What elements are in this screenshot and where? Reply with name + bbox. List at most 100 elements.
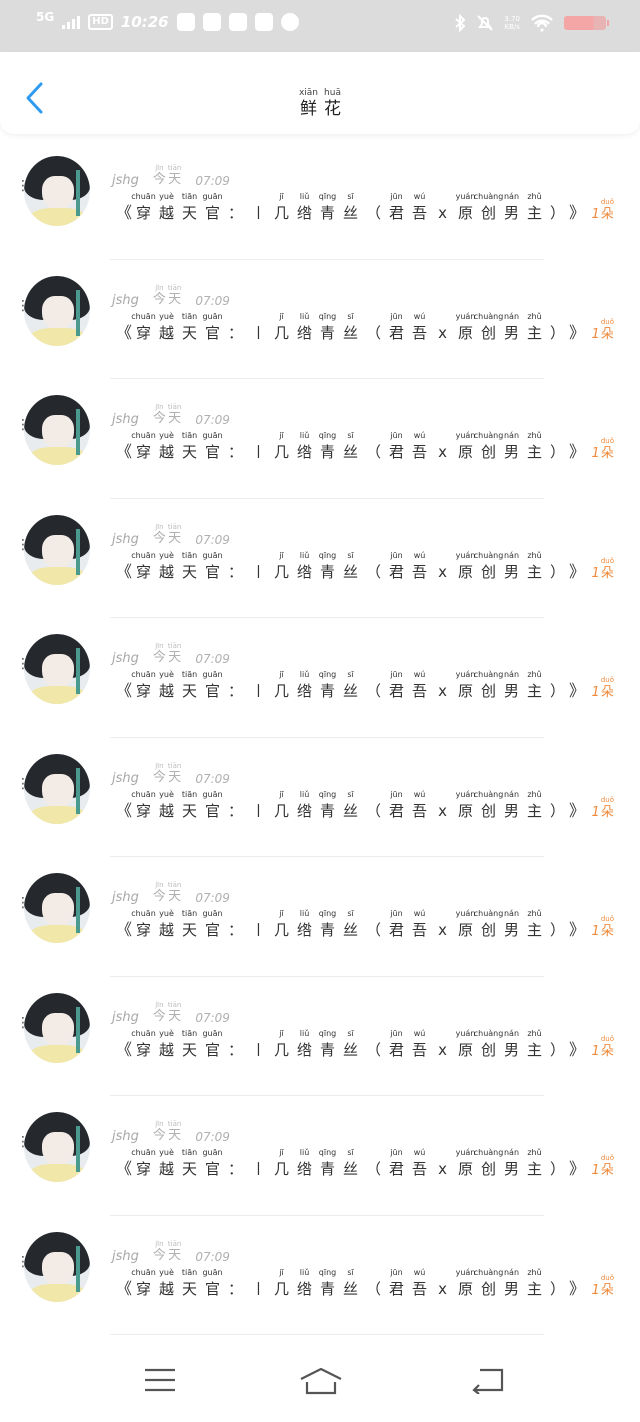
flower-unit: duǒ 朵 [601,915,614,941]
avatar[interactable]: ⋮ [16,1112,90,1184]
pinyin: tiān [181,1028,198,1038]
item-meta: jshg jīn 今 tiān 天 07:09 [112,642,230,666]
message-char: sī 丝 [339,670,362,702]
list-item[interactable]: ⋮ jshg jīn 今 tiān 天 07:09 《 chuān 穿 yuè 越 tiān 天 guān 官… [0,977,640,1096]
hanzi: 原 [458,1279,474,1298]
pinyin: tiān [181,311,198,321]
list-item[interactable]: ⋮ jshg jīn 今 tiān 天 07:09 《 chuān 穿 yuè 越 tiān 天 guān 官… [0,499,640,618]
avatar-strand [76,1126,80,1172]
message-char: chuān 穿 [131,312,156,344]
item-meta: jshg jīn 今 tiān 天 07:09 [112,284,230,308]
list-item[interactable]: ⋮ jshg jīn 今 tiān 天 07:09 《 chuān 穿 yuè 越 tiān 天 guān 官… [0,1096,640,1216]
gift-message: 《 chuān 穿 yuè 越 tiān 天 guān 官：〡 jī 几 liǔ 绺 qīng 青 sī 丝（j… [116,670,585,702]
hanzi: 官 [205,921,221,939]
hanzi: 〡 [251,1040,267,1059]
system-back-button[interactable] [470,1366,510,1395]
avatar[interactable]: ⋮ [16,634,90,706]
pinyin: yuán [455,311,476,321]
pinyin: chuàng [473,550,504,560]
pinyin: qīng [318,670,337,679]
paren-close: ） [550,443,566,461]
close-bracket: 》 [569,1278,586,1298]
hanzi: 穿 [136,562,152,581]
home-button[interactable] [298,1366,344,1395]
message-char: yuè 越 [155,1268,178,1300]
message-char: qīng 青 [316,1148,339,1180]
avatar[interactable]: ⋮ [16,753,90,826]
hanzi: 天 [168,291,182,307]
message-char: chuàng 创 [474,551,504,583]
username[interactable]: jshg [112,293,139,308]
list-item[interactable]: ⋮ jshg jīn 今 tiān 天 07:09 《 chuān 穿 yuè 越 tiān 天 guān 官… [0,1216,640,1335]
username[interactable]: jshg [112,771,139,786]
avatar[interactable]: ⋮ [16,992,90,1065]
username[interactable]: jshg [112,1249,139,1264]
pinyin: liǔ [299,909,310,918]
username[interactable]: jshg [112,1129,139,1144]
pinyin: jīn [155,283,164,292]
message-char: sī 丝 [339,1268,362,1300]
pinyin: jīn [155,1000,164,1009]
timestamp: 07:09 [195,413,230,427]
paren-open: （ [366,1279,382,1298]
username[interactable]: jshg [112,173,139,188]
message-char: liǔ 绺 [293,670,316,702]
pinyin: nán [503,550,520,560]
flower-count: 1 duǒ 朵 [592,796,614,822]
hanzi: 丝 [343,921,359,939]
list-item[interactable]: ⋮ jshg jīn 今 tiān 天 07:09 《 chuān 穿 yuè 越 tiān 天 guān 官… [0,857,640,977]
pinyin: duǒ [600,317,614,326]
username[interactable]: jshg [112,651,139,666]
list-item[interactable]: ⋮ jshg jīn 今 tiān 天 07:09 《 chuān 穿 yuè 越 tiān 天 guān 官… [0,140,640,260]
pinyin: jūn [390,550,403,560]
username[interactable]: jshg [112,412,139,427]
hanzi: 几 [274,1279,290,1298]
pinyin: tiān [167,761,182,770]
pinyin: jīn [155,403,164,411]
avatar[interactable]: ⋮ [16,156,90,228]
username[interactable]: jshg [112,532,139,547]
menu-button[interactable] [142,1366,182,1394]
avatar-face [42,654,74,688]
list-item[interactable]: ⋮ jshg jīn 今 tiān 天 07:09 《 chuān 穿 yuè 越 tiān 天 guān 官… [0,618,640,738]
hanzi: x [438,204,447,222]
pinyin: sī [347,192,354,201]
list-item[interactable]: ⋮ jshg jīn 今 tiān 天 07:09 《 chuān 穿 yuè 越 tiān 天 guān 官… [0,379,640,499]
message-char: guān 官 [201,1268,224,1300]
status-right: 3.70 KB/s [454,14,609,32]
avatar[interactable]: ⋮ [16,1231,90,1304]
list-item[interactable]: ⋮ jshg jīn 今 tiān 天 07:09 《 chuān 穿 yuè 越 tiān 天 guān 官… [0,260,640,379]
avatar[interactable]: ⋮ [16,275,90,348]
avatar[interactable]: ⋮ [16,395,90,467]
message-char: 〡 [247,192,270,224]
pinyin: nán [503,1148,520,1157]
hanzi: 天 [182,1040,198,1059]
message-char: sī 丝 [339,431,362,463]
paren-open: （ [366,1040,382,1059]
list-item[interactable]: ⋮ jshg jīn 今 tiān 天 07:09 《 chuān 穿 yuè 越 tiān 天 guān 官… [0,738,640,857]
hanzi: 绺 [297,1040,313,1059]
date-label: jīn 今 tiān 天 [153,164,181,188]
message-char: chuàng 创 [474,909,504,941]
timestamp: 07:09 [195,1010,230,1025]
message-char: wú 吾 [408,312,431,344]
username[interactable]: jshg [112,890,139,905]
colon: ： [228,323,244,342]
avatar[interactable]: ⋮ [16,873,90,945]
pinyin: sī [347,1148,354,1157]
avatar[interactable]: ⋮ [16,514,90,587]
hanzi: 原 [458,204,474,222]
username[interactable]: jshg [112,1010,139,1025]
avatar-image [24,275,90,346]
message-char: jūn 君 [385,551,408,583]
avatar-image [24,395,90,465]
hanzi: 朵 [600,326,614,342]
open-bracket: 《 [116,561,133,581]
avatar-dots-icon: ⋮ [16,1134,30,1150]
message-char: yuè 越 [155,909,178,941]
title-char: huā 花 [324,88,341,120]
flower-gift-list: ⋮ jshg jīn 今 tiān 天 07:09 《 chuān 穿 yuè 越 tiān 天 guān 官… [0,140,640,1335]
pinyin: wú [413,1148,426,1157]
message-char: chuàng 创 [474,1029,504,1061]
hanzi: 〡 [251,682,267,700]
